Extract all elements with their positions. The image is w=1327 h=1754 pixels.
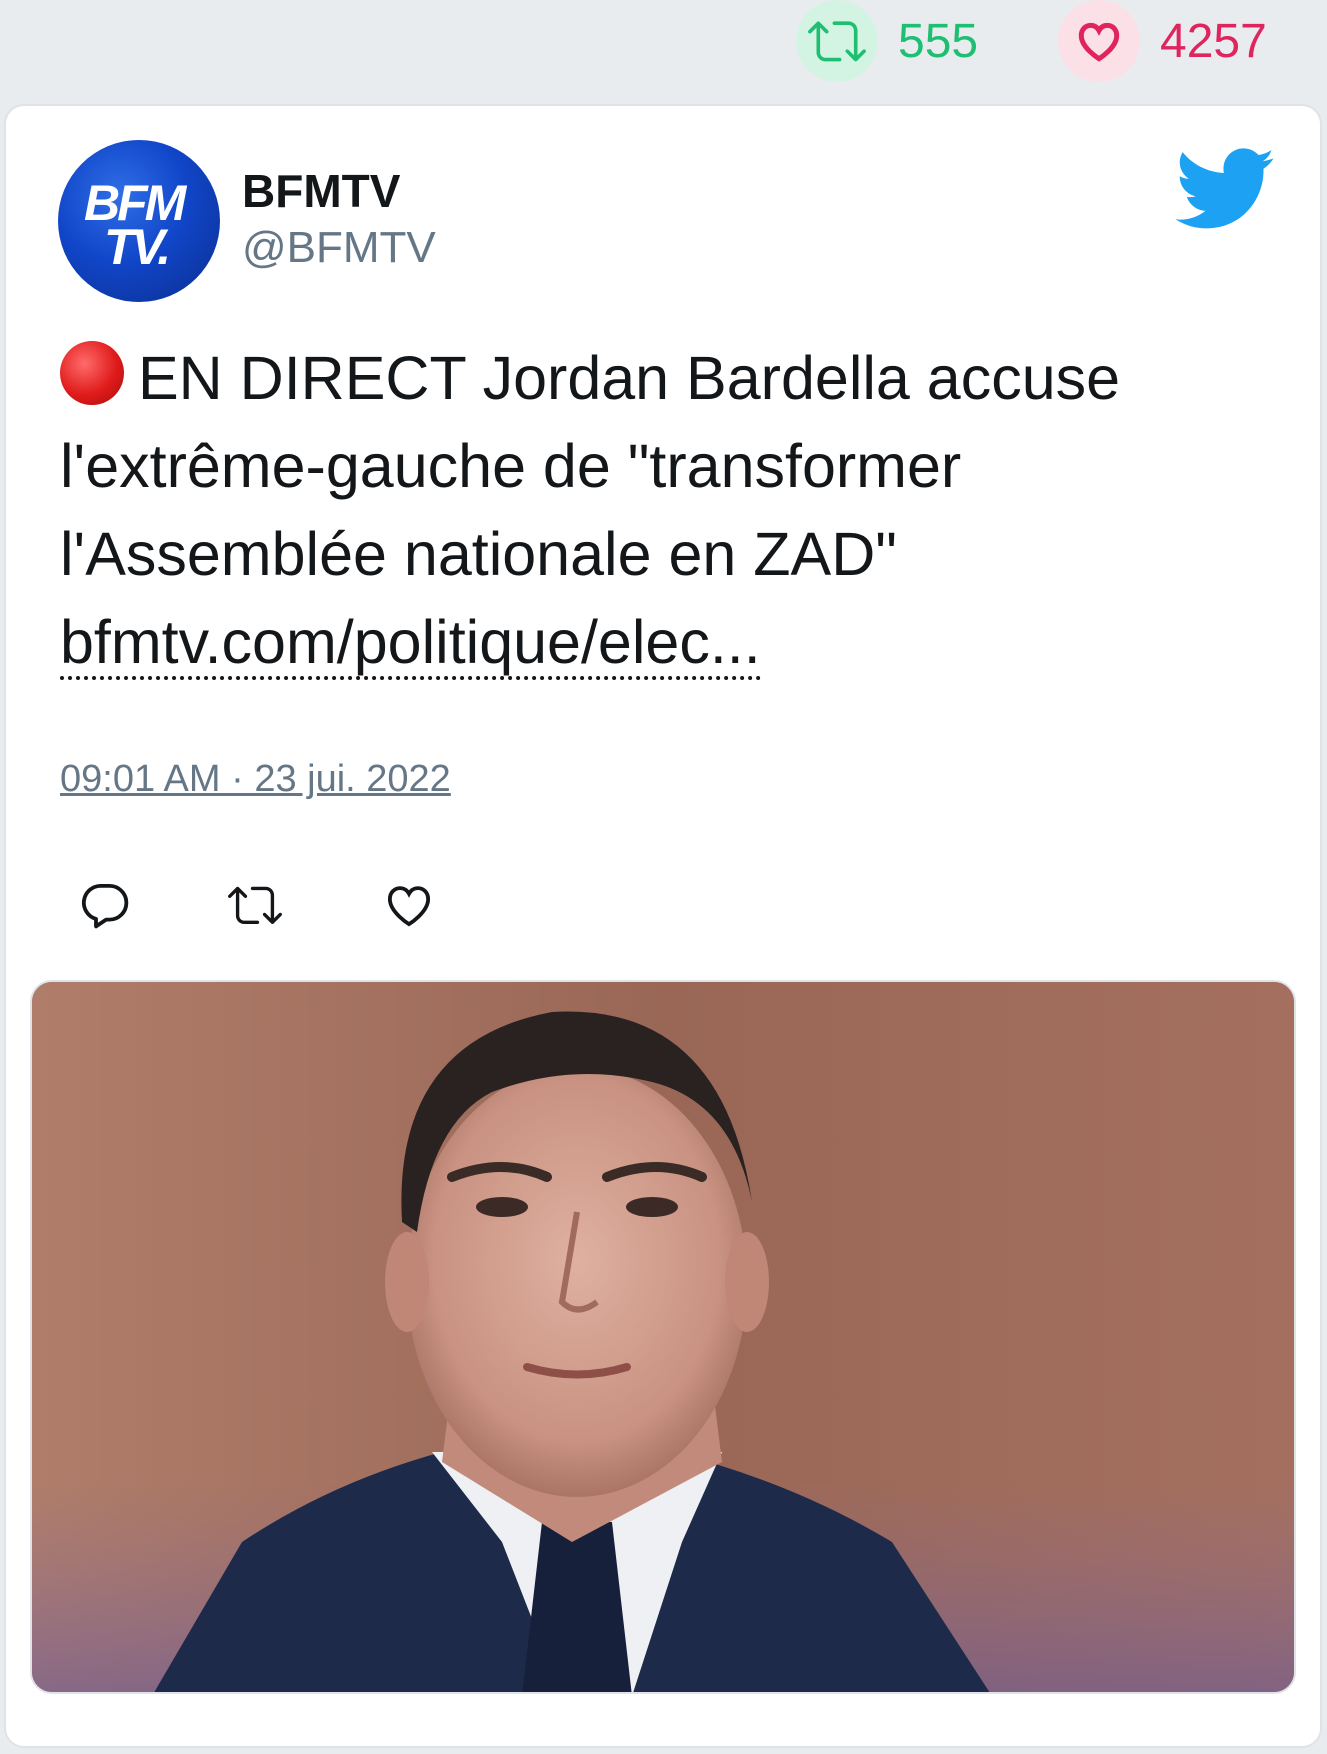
- retweet-stat[interactable]: 555: [796, 0, 978, 82]
- red-circle-icon: [60, 341, 124, 405]
- retweet-icon: [796, 0, 878, 82]
- avatar[interactable]: BFM TV.: [58, 140, 220, 302]
- avatar-logo-text-2: TV.: [104, 219, 171, 275]
- like-icon[interactable]: [382, 878, 436, 932]
- twitter-bird-icon[interactable]: [1175, 148, 1276, 230]
- author-handle[interactable]: @BFMTV: [242, 218, 436, 278]
- like-stat[interactable]: 4257: [1058, 0, 1267, 82]
- tweet-text: EN DIRECT Jordan Bardella accuse l'extrê…: [60, 334, 1260, 686]
- retweet-count: 555: [898, 14, 979, 68]
- portrait-illustration: [32, 982, 1294, 1692]
- reply-icon[interactable]: [78, 878, 132, 932]
- tweet-stats-bar: 555 4257: [0, 0, 1327, 100]
- tweet-timestamp[interactable]: 09:01 AM · 23 jui. 2022: [60, 758, 451, 801]
- tweet-body: EN DIRECT Jordan Bardella accuse l'extrê…: [60, 344, 1121, 588]
- heart-icon: [1058, 0, 1140, 82]
- author-block[interactable]: BFMTV @BFMTV: [242, 164, 436, 278]
- tweet-card: BFM TV. BFMTV @BFMTV EN DIRECT Jordan Ba…: [4, 104, 1322, 1748]
- tweet-link[interactable]: bfmtv.com/politique/elec...: [60, 608, 761, 680]
- tweet-photo[interactable]: [30, 980, 1296, 1694]
- author-name[interactable]: BFMTV: [242, 164, 436, 218]
- like-count: 4257: [1160, 14, 1267, 68]
- retweet-icon[interactable]: [224, 878, 282, 932]
